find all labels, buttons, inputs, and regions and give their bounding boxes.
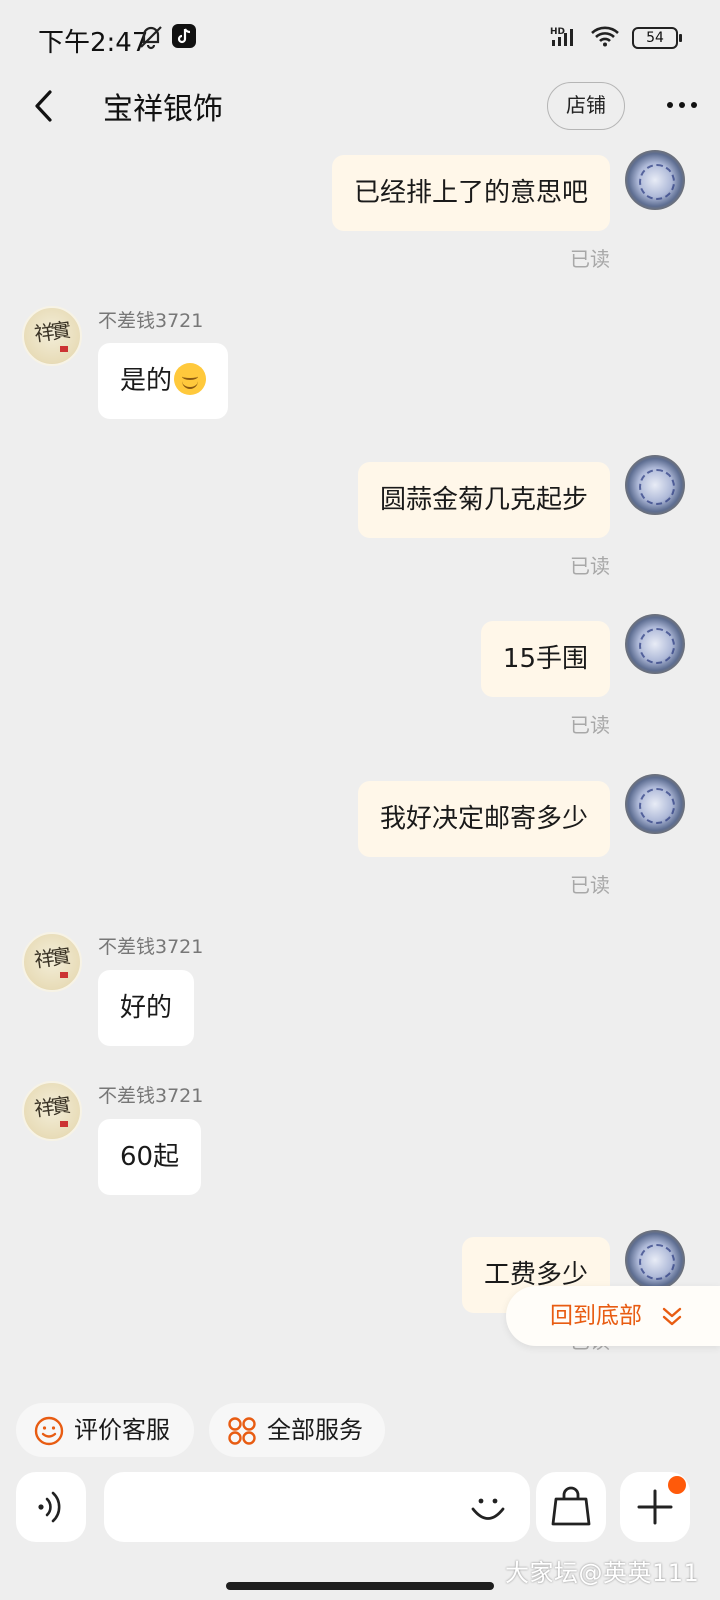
scroll-to-bottom-button[interactable]: 回到底部 xyxy=(506,1286,720,1346)
read-receipt: 已读 xyxy=(570,873,610,897)
chip-label: 全部服务 xyxy=(267,1416,363,1444)
chip-label: 评价客服 xyxy=(74,1416,170,1444)
products-button[interactable] xyxy=(536,1472,606,1542)
message-bubble-outgoing[interactable]: 已经排上了的意思吧 xyxy=(331,155,610,231)
tiktok-app-icon xyxy=(172,24,196,48)
page-title: 宝祥银饰 xyxy=(103,92,223,127)
more-options-button[interactable] xyxy=(662,90,702,120)
notification-muted-icon xyxy=(138,24,164,54)
shop-button[interactable]: 店铺 xyxy=(547,82,625,130)
read-receipt: 已读 xyxy=(570,713,610,737)
my-avatar[interactable] xyxy=(625,455,685,515)
voice-icon xyxy=(38,1491,61,1523)
smiling-face-emoji-icon xyxy=(174,363,207,395)
sender-name: 不差钱3721 xyxy=(98,1085,204,1107)
chat-header: 宝祥银饰 店铺 xyxy=(0,76,720,136)
rate-service-chip[interactable]: 评价客服 xyxy=(16,1403,194,1457)
cellular-signal-icon: HD xyxy=(550,26,576,52)
double-chevron-down-icon xyxy=(662,1307,682,1326)
message-bubble-incoming[interactable]: 60起 xyxy=(98,1119,202,1195)
message-text: 是的 xyxy=(120,366,173,396)
watermark: 大家坛@英英111 xyxy=(505,1559,700,1587)
input-bar xyxy=(0,1472,720,1550)
shop-avatar[interactable]: 祥實 xyxy=(22,306,82,366)
message-bubble-incoming[interactable]: 是的 xyxy=(98,343,229,419)
read-receipt: 已读 xyxy=(570,554,610,578)
my-avatar[interactable] xyxy=(625,774,685,834)
emoji-face-icon xyxy=(471,1498,505,1520)
status-time: 下午2:47 xyxy=(38,28,149,58)
message-bubble-outgoing[interactable]: 圆蒜金菊几克起步 xyxy=(357,462,610,538)
message-bubble-incoming[interactable]: 好的 xyxy=(98,970,195,1046)
voice-input-button[interactable] xyxy=(16,1472,86,1542)
notification-dot xyxy=(668,1476,686,1494)
all-services-chip[interactable]: 全部服务 xyxy=(209,1403,385,1457)
chevron-left-icon xyxy=(35,90,52,122)
read-receipt: 已读 xyxy=(570,247,610,271)
message-input[interactable] xyxy=(104,1472,530,1542)
more-dots-icon xyxy=(667,102,697,108)
sender-name: 不差钱3721 xyxy=(98,936,204,958)
message-bubble-outgoing[interactable]: 我好决定邮寄多少 xyxy=(357,781,610,857)
my-avatar[interactable] xyxy=(625,150,685,210)
smile-icon xyxy=(34,1416,64,1446)
message-list[interactable]: 已经排上了的意思吧 已读 祥實 不差钱3721 是的 圆蒜金菊几克起步 已读 1… xyxy=(0,140,720,1390)
shop-avatar[interactable]: 祥實 xyxy=(22,932,82,992)
shop-avatar[interactable]: 祥實 xyxy=(22,1081,82,1141)
grid-icon xyxy=(228,1417,256,1445)
message-bubble-outgoing[interactable]: 15手围 xyxy=(480,621,610,697)
my-avatar[interactable] xyxy=(625,1230,685,1290)
back-button[interactable] xyxy=(28,84,68,128)
shopping-bag-icon xyxy=(551,1486,591,1526)
emoji-button[interactable] xyxy=(468,1488,508,1532)
wifi-icon xyxy=(590,25,620,51)
my-avatar[interactable] xyxy=(625,614,685,674)
scroll-to-bottom-label: 回到底部 xyxy=(550,1303,642,1329)
sender-name: 不差钱3721 xyxy=(98,310,204,332)
battery-level: 54 xyxy=(632,27,682,49)
home-indicator[interactable] xyxy=(226,1582,494,1590)
status-bar: 下午2:47 HD 54 xyxy=(0,0,720,76)
network-type-label: HD xyxy=(550,27,565,37)
